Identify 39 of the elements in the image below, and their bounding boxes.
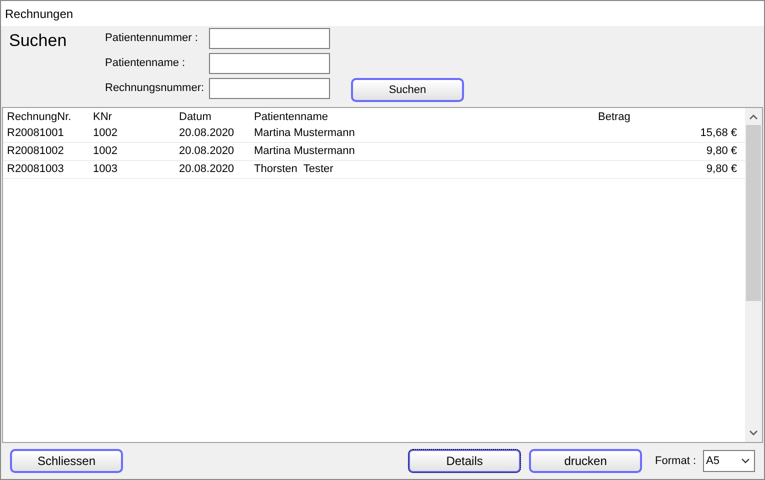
table-cell-text: 1002 [93, 126, 118, 142]
field-label: Patientenname : [105, 56, 186, 72]
field-label: Rechnungsnummer: [105, 81, 206, 96]
table-cell-text: 20.08.2020 [179, 162, 236, 178]
table-cell-text: 9,80 € [705, 144, 737, 160]
search-button[interactable]: Suchen [351, 78, 464, 102]
scrollbar[interactable] [745, 108, 762, 442]
chevron-down-icon [741, 458, 750, 464]
format-dropdown[interactable]: A5 [703, 450, 755, 472]
field-label: Patientennummer : [105, 31, 199, 46]
table-cell-text: 1002 [93, 144, 118, 160]
table-cell-text: Martina Mustermann [254, 144, 356, 160]
scroll-down-icon[interactable] [749, 430, 758, 436]
column-header[interactable]: Patientenname [254, 108, 554, 125]
table-cell-text: R20081003 [7, 162, 65, 178]
column-header[interactable]: KNr [93, 108, 179, 125]
column-header[interactable]: Betrag [554, 108, 745, 125]
table-cell-text: Thorsten Tester [254, 162, 334, 178]
table-cell-text: Martina Mustermann [254, 126, 356, 142]
button[interactable]: Schliessen [10, 449, 123, 473]
scroll-up-icon[interactable] [749, 114, 758, 120]
input-field[interactable] [209, 28, 330, 49]
table-cell-text: 15,68 € [699, 126, 737, 142]
window-title: Rechnungen [5, 6, 74, 22]
column-header[interactable]: RechnungNr. [7, 108, 93, 125]
input-field[interactable] [209, 53, 330, 74]
table-cell-text: 20.08.2020 [179, 126, 236, 142]
table-cell-text: 1003 [93, 162, 118, 178]
search-heading: Suchen [9, 30, 68, 52]
input-field[interactable] [209, 78, 330, 99]
table-cell-text: 20.08.2020 [179, 144, 236, 160]
button[interactable]: Details [408, 449, 522, 473]
button[interactable]: drucken [529, 449, 642, 473]
scroll-thumb[interactable] [746, 125, 761, 301]
table-cell-text: 9,80 € [705, 162, 737, 178]
format-label: Format : [655, 454, 696, 469]
table-cell-text: R20081002 [7, 144, 65, 160]
table-cell-text: R20081001 [7, 126, 65, 142]
column-header[interactable]: Datum [179, 108, 254, 125]
